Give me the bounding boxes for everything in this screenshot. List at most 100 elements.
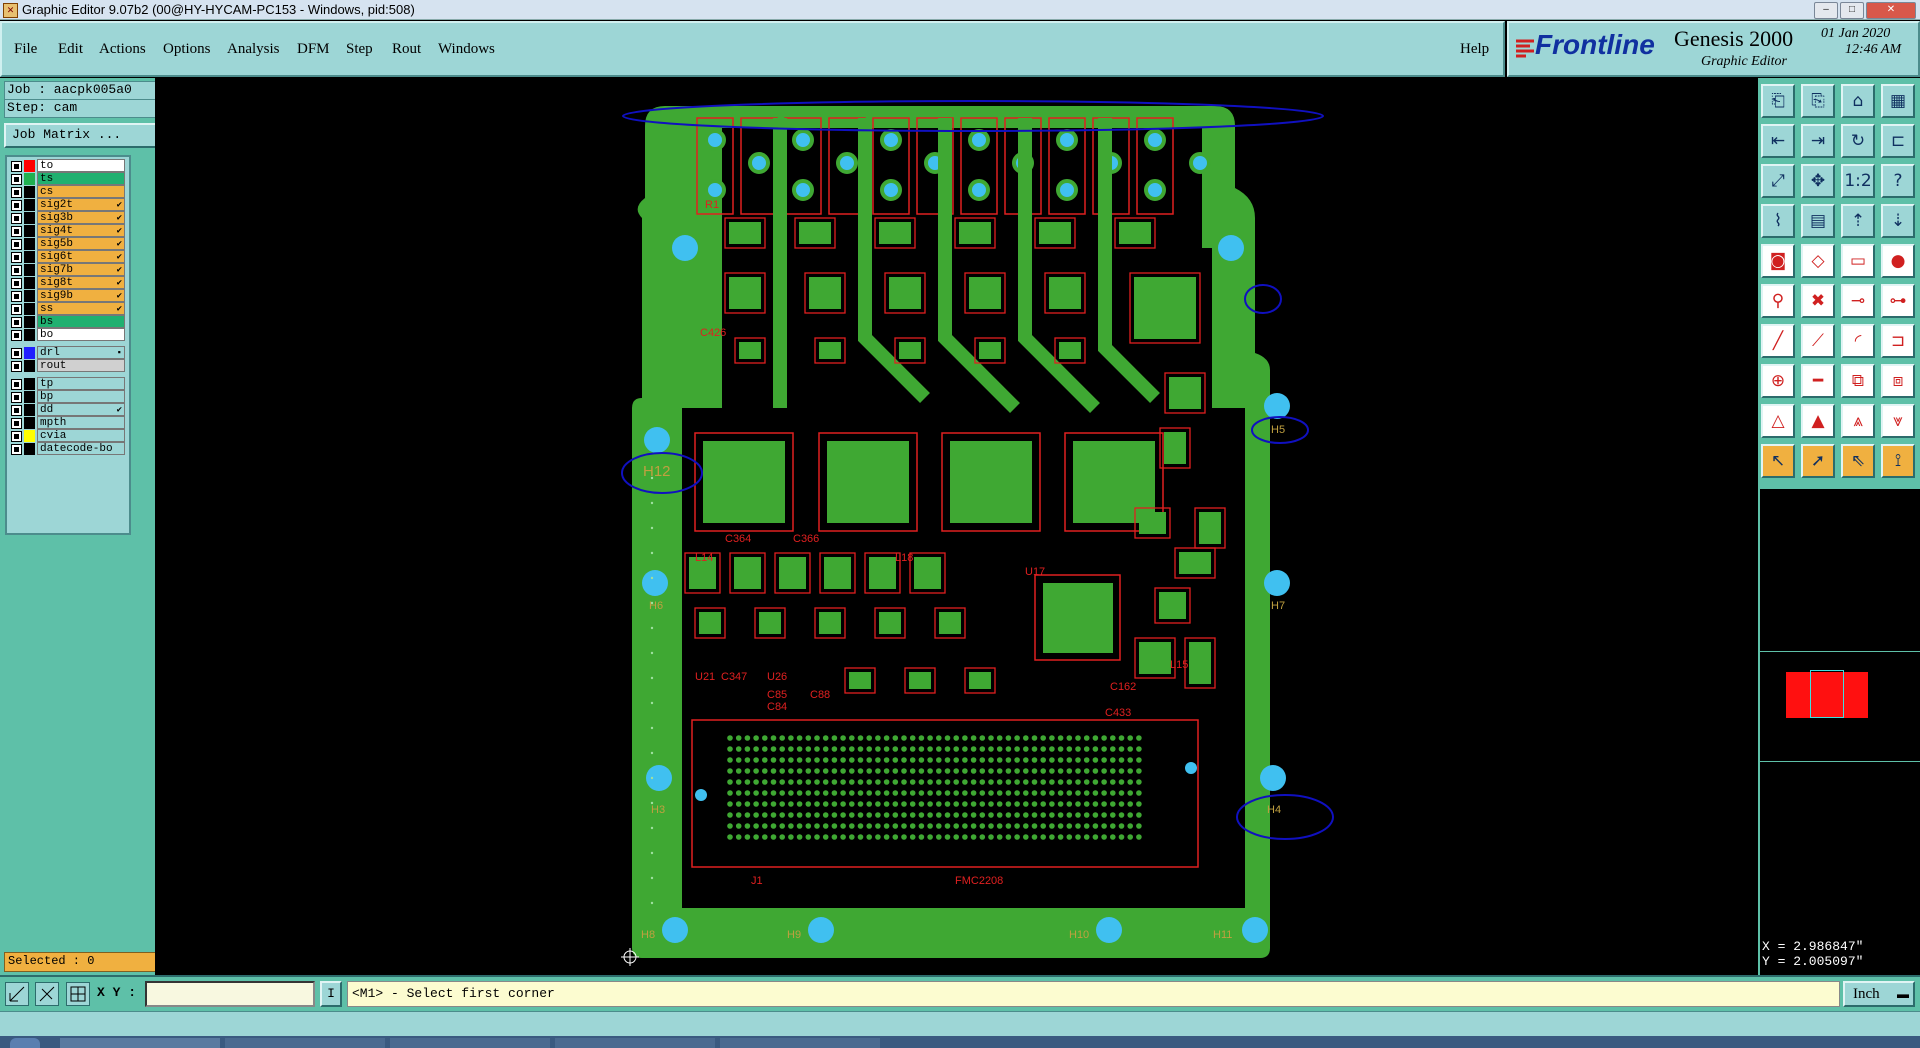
layer-name[interactable]: tp (37, 377, 125, 390)
menu-analysis[interactable]: Analysis (227, 41, 280, 58)
layer-visibility-checkbox[interactable] (11, 304, 22, 315)
layer-row-cvia[interactable]: cvia (9, 429, 125, 443)
snap-tool-1-icon[interactable] (5, 982, 29, 1006)
layer-color-swatch[interactable] (24, 417, 35, 429)
overview-viewport-rect[interactable] (1810, 670, 1844, 718)
scale-icon[interactable]: 1:2 (1841, 164, 1875, 198)
menu-options[interactable]: Options (163, 41, 211, 58)
maximize-button[interactable]: □ (1840, 2, 1864, 19)
layer-name[interactable]: sig9b ✔ (37, 289, 125, 302)
layer-name[interactable]: bo (37, 328, 125, 341)
layer-color-swatch[interactable] (24, 378, 35, 390)
zoom-back-icon[interactable]: ⇤ (1761, 124, 1795, 158)
layer-color-swatch[interactable] (24, 199, 35, 211)
layer-color-swatch[interactable] (24, 173, 35, 185)
layer-row-mpth[interactable]: mpth (9, 416, 125, 430)
menu-edit[interactable]: Edit (58, 41, 83, 58)
graphic-canvas[interactable]: H12 H5 H6 H7 H3 H4 H8 H9 H10 H11 C364 C366 L14 L18 U21… (155, 78, 1758, 975)
layer-visibility-checkbox[interactable] (11, 330, 22, 341)
layer-color-swatch[interactable] (24, 277, 35, 289)
arc-icon[interactable]: ◜ (1841, 324, 1875, 358)
layout-icon[interactable]: ▦ (1881, 84, 1915, 118)
menu-help[interactable]: Help (1460, 41, 1489, 58)
layer-color-swatch[interactable] (24, 225, 35, 237)
close-button[interactable]: ✕ (1866, 2, 1916, 19)
layer-row-sig7b[interactable]: sig7b ✔ (9, 263, 125, 277)
layer-name[interactable]: sig7b ✔ (37, 263, 125, 276)
pin-icon[interactable]: ⊸ (1841, 284, 1875, 318)
measure-icon[interactable]: ⌇ (1761, 204, 1795, 238)
menu-actions[interactable]: Actions (99, 41, 146, 58)
layer-name[interactable]: sig2t ✔ (37, 198, 125, 211)
layer-color-swatch[interactable] (24, 186, 35, 198)
grid-snap-icon[interactable] (66, 982, 90, 1006)
slash-icon[interactable]: ⟋ (1801, 324, 1835, 358)
layer-row-rout[interactable]: rout (9, 359, 125, 373)
layer-row-dd[interactable]: dd ✔ (9, 403, 125, 417)
help-icon[interactable]: ? (1881, 164, 1915, 198)
layer-color-swatch[interactable] (24, 238, 35, 250)
layer-row-ss[interactable]: ss ✔ (9, 302, 125, 316)
menu-step[interactable]: Step (346, 41, 373, 58)
layer-visibility-checkbox[interactable] (11, 161, 22, 172)
layer-row-sig2t[interactable]: sig2t ✔ (9, 198, 125, 212)
grid-icon[interactable]: ▤ (1801, 204, 1835, 238)
open-job-icon[interactable]: ⎗ (1761, 84, 1795, 118)
home-icon[interactable]: ⌂ (1841, 84, 1875, 118)
units-select[interactable]: Inch ▬ (1843, 981, 1915, 1007)
layer-visibility-checkbox[interactable] (11, 405, 22, 416)
layer-visibility-checkbox[interactable] (11, 252, 22, 263)
taskbar-item[interactable] (555, 1038, 715, 1048)
text-cursor-button[interactable]: I (320, 981, 342, 1007)
pcb-board-view[interactable]: H12 H5 H6 H7 H3 H4 H8 H9 H10 H11 C364 C366 L14 L18 U21… (155, 78, 1758, 975)
layer-visibility-checkbox[interactable] (11, 444, 22, 455)
cross-icon[interactable]: ✖ (1801, 284, 1835, 318)
layer-name[interactable]: rout (37, 359, 125, 372)
start-button-icon[interactable] (10, 1038, 40, 1048)
layer-name[interactable]: sig3b ✔ (37, 211, 125, 224)
taskbar-item[interactable] (225, 1038, 385, 1048)
layer-row-datecode-bo[interactable]: datecode-bo (9, 442, 125, 456)
layer-color-swatch[interactable] (24, 329, 35, 341)
layer-name[interactable]: ss ✔ (37, 302, 125, 315)
layer-name[interactable]: bp (37, 390, 125, 403)
layer-color-swatch[interactable] (24, 430, 35, 442)
layer-name[interactable]: dd ✔ (37, 403, 125, 416)
layer-row-bo[interactable]: bo (9, 328, 125, 342)
taskbar-item[interactable] (390, 1038, 550, 1048)
move-icon[interactable]: ⊕ (1761, 364, 1795, 398)
menu-dfm[interactable]: DFM (297, 41, 330, 58)
layer-visibility-checkbox[interactable] (11, 291, 22, 302)
line-icon[interactable]: ╱ (1761, 324, 1795, 358)
layer-visibility-checkbox[interactable] (11, 278, 22, 289)
layer-color-swatch[interactable] (24, 360, 35, 372)
layer-row-sig3b[interactable]: sig3b ✔ (9, 211, 125, 225)
overlay-icon[interactable]: ⧈ (1881, 364, 1915, 398)
layer-name[interactable]: datecode-bo (37, 442, 125, 455)
layer-visibility-checkbox[interactable] (11, 431, 22, 442)
layer-row-sig4t[interactable]: sig4t ✔ (9, 224, 125, 238)
layer-row-drl[interactable]: drl ▪ (9, 346, 125, 360)
layer-name[interactable]: sig5b ✔ (37, 237, 125, 250)
layer-name[interactable]: drl ▪ (37, 346, 125, 359)
layer-row-to[interactable]: to (9, 159, 125, 173)
snap-icon[interactable]: ⊏ (1881, 124, 1915, 158)
layer-visibility-checkbox[interactable] (11, 174, 22, 185)
xy-input[interactable] (145, 981, 315, 1007)
pad-icon[interactable]: ◇ (1801, 244, 1835, 278)
layer-color-swatch[interactable] (24, 391, 35, 403)
layer-color-swatch[interactable] (24, 251, 35, 263)
layer-visibility-checkbox[interactable] (11, 213, 22, 224)
layer-visibility-checkbox[interactable] (11, 239, 22, 250)
layer-visibility-checkbox[interactable] (11, 200, 22, 211)
select-move-icon[interactable]: ⇖ (1841, 444, 1875, 478)
job-matrix-button[interactable]: Job Matrix ... (4, 123, 162, 148)
layer-row-sig8t[interactable]: sig8t ✔ (9, 276, 125, 290)
triangle-icon[interactable]: △ (1761, 404, 1795, 438)
layer-row-sig6t[interactable]: sig6t ✔ (9, 250, 125, 264)
layer-row-cs[interactable]: cs (9, 185, 125, 199)
layer-row-sig5b[interactable]: sig5b ✔ (9, 237, 125, 251)
pan-icon[interactable]: ✥ (1801, 164, 1835, 198)
layer-row-bs[interactable]: bs (9, 315, 125, 329)
layer-row-bp[interactable]: bp (9, 390, 125, 404)
